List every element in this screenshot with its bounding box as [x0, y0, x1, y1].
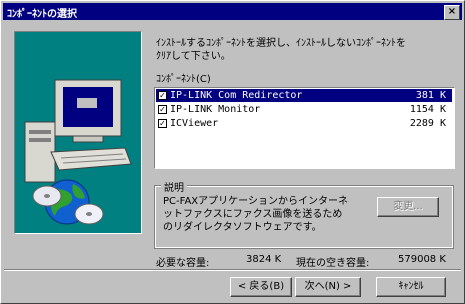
separator	[4, 269, 461, 271]
component-row[interactable]: ✓ IP-LINK Monitor 1154 K	[156, 103, 452, 116]
component-row[interactable]: ✓ IP-LINK Com Redirector 381 K	[156, 89, 452, 102]
instructions-text: ｲﾝｽﾄｰﾙするｺﾝﾎﾟｰﾈﾝﾄを選択し、ｲﾝｽﾄｰﾙしないｺﾝﾎﾟｰﾈﾝﾄを …	[156, 38, 406, 62]
checkbox[interactable]: ✓	[158, 119, 167, 128]
change-button[interactable]: 変更...	[377, 197, 439, 217]
computer-globe-image	[24, 79, 132, 225]
component-row[interactable]: ✓ ICViewer 2289 K	[156, 117, 452, 130]
setup-dialog: ｺﾝﾎﾟｰﾈﾝﾄの選択 × ｲﾝｽﾄｰﾙするｺﾝﾎﾟｰﾈﾝﾄを選択し、ｲﾝｽﾄｰ…	[0, 0, 465, 304]
required-space-value: 3824 K	[246, 254, 282, 265]
component-size: 2289 K	[409, 118, 446, 129]
components-label: ｺﾝﾎﾟｰﾈﾝﾄ(C)	[156, 74, 211, 85]
checkbox[interactable]: ✓	[158, 105, 167, 114]
free-space-label: 現在の空き容量:	[296, 258, 370, 269]
component-size: 381 K	[415, 90, 446, 101]
component-name: ICViewer	[170, 118, 219, 129]
components-list[interactable]: ✓ IP-LINK Com Redirector 381 K ✓ IP-LINK…	[154, 87, 455, 169]
description-title: 説明	[161, 179, 187, 194]
title-bar[interactable]: ｺﾝﾎﾟｰﾈﾝﾄの選択 ×	[3, 3, 462, 20]
back-button[interactable]: < 戻る(B)	[230, 277, 292, 297]
cancel-button[interactable]: ｷｬﾝｾﾙ	[376, 277, 446, 297]
next-button[interactable]: 次へ(N) >	[295, 277, 361, 297]
window-title: ｺﾝﾎﾟｰﾈﾝﾄの選択	[7, 9, 77, 20]
component-name: IP-LINK Monitor	[170, 104, 261, 115]
description-text: PC-FAXアプリケーションからインターネ ットファクスにファクス画像を送るため…	[163, 196, 348, 233]
component-size: 1154 K	[409, 104, 446, 115]
component-name: IP-LINK Com Redirector	[170, 90, 303, 101]
checkbox[interactable]: ✓	[158, 91, 167, 100]
required-space-label: 必要な容量:	[156, 258, 210, 269]
free-space-value: 579008 K	[398, 254, 446, 265]
setup-illustration	[14, 31, 142, 234]
close-button[interactable]: ×	[444, 5, 460, 20]
